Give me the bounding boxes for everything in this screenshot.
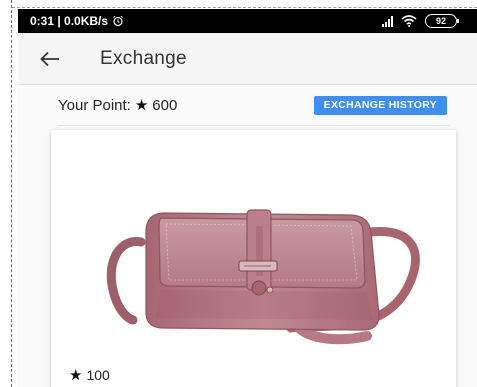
status-time-speed: 0:31 | 0.0KB/s (30, 14, 109, 28)
exchange-history-button[interactable]: EXCHANGE HISTORY (313, 95, 447, 115)
price-star-icon: ★ (69, 367, 83, 384)
product-image[interactable] (51, 130, 456, 360)
battery-level: 92 (435, 16, 446, 26)
status-right: 92 (382, 14, 459, 28)
phone-screen: 0:31 | 0.0KB/s 92 Exchange Your Point: ★… (18, 9, 477, 387)
product-price: ★ 100 (69, 366, 110, 384)
points-label: Your Point: (58, 96, 131, 114)
status-bar: 0:31 | 0.0KB/s 92 (18, 9, 477, 33)
status-left: 0:31 | 0.0KB/s (30, 14, 124, 28)
signal-icon (382, 15, 393, 27)
product-card[interactable]: ★ 100 (51, 130, 456, 387)
star-icon: ★ (134, 97, 149, 114)
battery-icon: 92 (425, 14, 459, 28)
alarm-icon (113, 15, 123, 27)
arrow-left-icon[interactable] (40, 49, 64, 69)
page-title: Exchange (100, 47, 187, 69)
divider (58, 125, 450, 126)
price-value: 100 (86, 367, 110, 383)
screenshot-frame-top (12, 0, 477, 8)
app-bar: Exchange (18, 33, 477, 85)
points-row: Your Point: ★ 600 EXCHANGE HISTORY (18, 85, 477, 125)
points-display: Your Point: ★ 600 (58, 96, 178, 115)
bag-strap (106, 237, 146, 325)
points-value: 600 (152, 96, 178, 114)
wifi-icon (401, 15, 417, 27)
screenshot-frame-edge (0, 0, 12, 387)
